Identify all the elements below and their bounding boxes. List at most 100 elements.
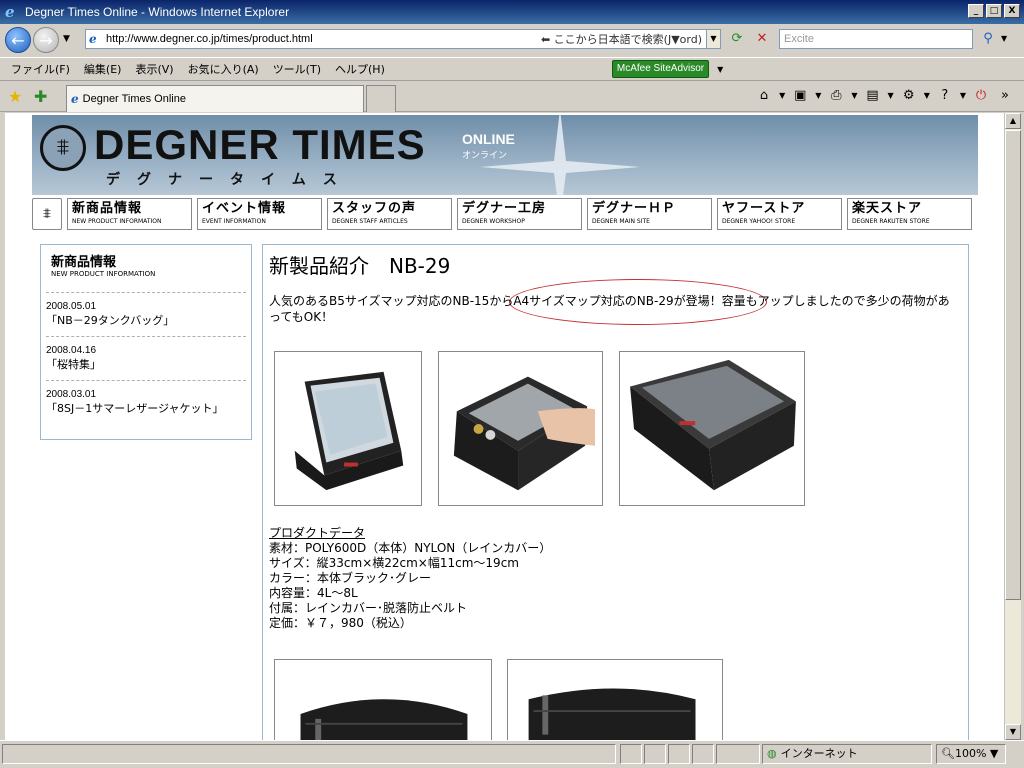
feeds-icon[interactable]: ▣ — [791, 88, 809, 103]
menu-tools[interactable]: ツール(T) — [266, 61, 328, 77]
menu-file[interactable]: ファイル(F) — [4, 61, 77, 77]
site-nav: ⩨ 新商品情報 NEW PRODUCT INFORMATION イベント情報 E… — [32, 198, 978, 231]
menu-view[interactable]: 表示(V) — [128, 61, 180, 77]
nav-main-site[interactable]: デグナーＨＰ DEGNER MAIN SITE — [587, 198, 712, 230]
spec-line: 素材：POLY600D（本体）NYLON（レインカバー） — [269, 541, 552, 555]
feeds-dropdown-icon[interactable]: ▼ — [815, 91, 821, 100]
tab-degner-times[interactable]: e Degner Times Online — [66, 85, 364, 112]
research-icon[interactable]: ⏻ — [972, 88, 990, 103]
spec-title[interactable]: プロダクトデータ — [269, 526, 551, 541]
mcafee-dropdown-icon[interactable]: ▼ — [717, 65, 723, 74]
scroll-down-icon[interactable]: ▼ — [1005, 724, 1021, 740]
sidebar-heading-en: NEW PRODUCT INFORMATION — [51, 270, 156, 278]
nav-label-jp: デグナー工房 — [462, 201, 547, 216]
zoom-icon: 🔍︎ — [941, 747, 955, 760]
home-icon[interactable]: ⌂ — [755, 88, 773, 103]
entry-date: 2008.03.01 — [46, 389, 97, 400]
nav-logo-icon[interactable]: ⩨ — [32, 198, 62, 230]
help-icon[interactable]: ? — [936, 88, 954, 103]
minimize-button[interactable]: _ — [968, 4, 984, 18]
sidebar-entry[interactable]: 2008.05.01 「NB－29タンクバッグ」 — [46, 292, 246, 336]
address-field[interactable]: e http://www.degner.co.jp/times/product.… — [85, 29, 721, 49]
forward-button[interactable]: → — [33, 27, 59, 53]
close-button[interactable]: X — [1004, 4, 1020, 18]
nav-yahoo-store[interactable]: ヤフーストア DEGNER YAHOO! STORE — [717, 198, 842, 230]
spec-line: 定価：￥７，980（税込） — [269, 616, 412, 630]
nav-workshop[interactable]: デグナー工房 DEGNER WORKSHOP — [457, 198, 582, 230]
zoom-control[interactable]: 🔍︎100% ▼ — [936, 744, 1006, 764]
nav-event[interactable]: イベント情報 EVENT INFORMATION — [197, 198, 322, 230]
sidebar-entry[interactable]: 2008.03.01 「8SJ－1サマーレザージャケット」 — [46, 380, 246, 424]
page-title: 新製品紹介 NB-29 — [269, 254, 451, 278]
url-text[interactable]: http://www.degner.co.jp/times/product.ht… — [106, 33, 313, 45]
sidebar-entry[interactable]: 2008.04.16 「桜特集」 — [46, 336, 246, 380]
search-input[interactable]: Excite — [779, 29, 973, 49]
title-bar: e Degner Times Online - Windows Internet… — [0, 0, 1024, 24]
refresh-icon[interactable]: ⟳ — [727, 29, 747, 49]
window-controls: _ □ X — [968, 4, 1020, 18]
status-cell — [692, 744, 714, 764]
scroll-thumb[interactable] — [1005, 130, 1021, 600]
tab-bar: ★ ✚ e Degner Times Online ⌂ ▼ ▣ ▼ ⎙ ▼ ▤ ▼ ⚙ ▼… — [0, 82, 1024, 112]
window-title: Degner Times Online - Windows Internet E… — [25, 5, 290, 19]
nav-label-en: DEGNER YAHOO! STORE — [722, 218, 796, 225]
nav-label-jp: ヤフーストア — [722, 201, 806, 216]
product-photo-open[interactable] — [438, 351, 603, 506]
search-icon[interactable]: ⚲ — [977, 29, 999, 49]
scroll-up-icon[interactable]: ▲ — [1005, 113, 1021, 129]
nav-label-jp: 楽天ストア — [852, 201, 923, 216]
page-dropdown-icon[interactable]: ▼ — [888, 91, 894, 100]
product-photo-detail-1[interactable] — [274, 659, 492, 740]
status-cell — [644, 744, 666, 764]
history-dropdown-icon[interactable]: ▼ — [63, 34, 70, 44]
nav-label-en: EVENT INFORMATION — [202, 218, 266, 225]
menu-favorites[interactable]: お気に入り(A) — [181, 61, 266, 77]
print-icon[interactable]: ⎙ — [827, 88, 845, 103]
nav-staff[interactable]: スタッフの声 DEGNER STAFF ARTICLES — [327, 198, 452, 230]
mcafee-siteadvisor-button[interactable]: McAfee SiteAdvisor — [611, 60, 710, 78]
nav-label-jp: イベント情報 — [202, 201, 287, 216]
favorites-star-icon[interactable]: ★ — [8, 87, 22, 106]
tools-gear-icon[interactable]: ⚙ — [900, 88, 918, 103]
print-dropdown-icon[interactable]: ▼ — [851, 91, 857, 100]
nav-label-en: DEGNER STAFF ARTICLES — [332, 218, 408, 225]
home-dropdown-icon[interactable]: ▼ — [779, 91, 785, 100]
spec-line: 内容量：4L～8L — [269, 586, 358, 600]
nav-rakuten-store[interactable]: 楽天ストア DEGNER RAKUTEN STORE — [847, 198, 972, 230]
tools-dropdown-icon[interactable]: ▼ — [924, 91, 930, 100]
entry-title[interactable]: 「NB－29タンクバッグ」 — [46, 312, 246, 328]
banner-title: DEGNER TIMES — [94, 121, 426, 168]
star-graphic-icon — [480, 115, 640, 195]
entry-date: 2008.04.16 — [46, 345, 97, 356]
search-options-dropdown-icon[interactable]: ▼ — [1001, 34, 1007, 43]
zoom-level: 100% — [954, 747, 987, 760]
page-menu-icon[interactable]: ▤ — [864, 88, 882, 103]
entry-title[interactable]: 「8SJ－1サマーレザージャケット」 — [46, 400, 246, 416]
zone-label: インターネット — [780, 747, 858, 760]
nav-label-jp: デグナーＨＰ — [592, 201, 677, 216]
nav-new-product[interactable]: 新商品情報 NEW PRODUCT INFORMATION — [67, 198, 192, 230]
new-tab-button[interactable] — [366, 85, 396, 112]
security-zone[interactable]: ◍ インターネット — [762, 744, 932, 764]
menu-edit[interactable]: 編集(E) — [77, 61, 129, 77]
spec-line: カラー：本体ブラック･グレー — [269, 571, 432, 585]
chevron-more-icon[interactable]: » — [996, 88, 1014, 103]
stop-icon[interactable]: ✕ — [752, 29, 772, 49]
entry-title[interactable]: 「桜特集」 — [46, 356, 246, 372]
tab-ie-icon: e — [71, 92, 79, 106]
nav-label-en: NEW PRODUCT INFORMATION — [72, 218, 162, 225]
product-photo-detail-2[interactable] — [507, 659, 723, 740]
menu-help[interactable]: ヘルプ(H) — [328, 61, 392, 77]
product-photo-front[interactable] — [274, 351, 422, 506]
vertical-scrollbar[interactable]: ▲ ▼ — [1004, 113, 1021, 740]
address-dropdown-icon[interactable]: ▼ — [706, 30, 720, 48]
spec-line: 付属：レインカバー･脱落防止ベルト — [269, 601, 468, 615]
maximize-button[interactable]: □ — [986, 4, 1002, 18]
nav-label-jp: 新商品情報 — [72, 201, 143, 216]
product-photo-side[interactable] — [619, 351, 805, 506]
nav-label-en: DEGNER MAIN SITE — [592, 218, 650, 225]
back-button[interactable]: ← — [5, 27, 31, 53]
add-favorites-icon[interactable]: ✚ — [34, 87, 47, 106]
site-banner[interactable]: ⩨ DEGNER TIMES ONLINE オンライン デグナータイムス — [32, 115, 978, 195]
help-dropdown-icon[interactable]: ▼ — [960, 91, 966, 100]
